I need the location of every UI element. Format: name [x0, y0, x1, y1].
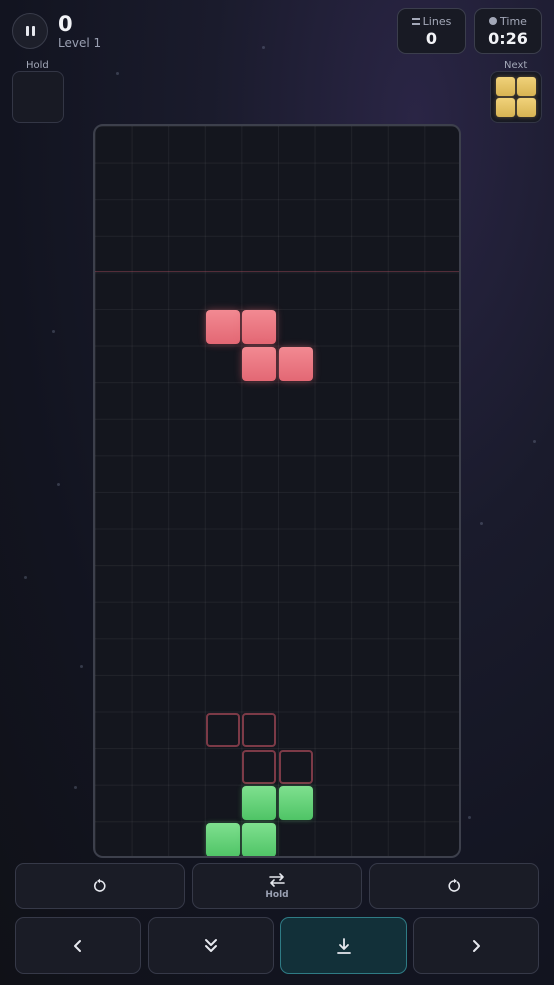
next-piece-cell: [496, 98, 515, 117]
background-star: [57, 483, 60, 486]
background-star: [80, 665, 83, 668]
hold-button[interactable]: Hold: [192, 863, 362, 909]
hold-label: Hold: [26, 60, 49, 71]
hold-slot[interactable]: [12, 71, 64, 123]
ghost-piece-cell: [279, 750, 313, 784]
next-piece-cell: [496, 77, 515, 96]
time-counter: Time 0:26: [474, 8, 542, 54]
ghost-piece-cell: [242, 713, 276, 747]
next-piece-cell: [517, 98, 536, 117]
soft-drop-button[interactable]: [148, 917, 274, 974]
spawn-line: [95, 271, 459, 272]
active-piece-cell: [242, 347, 276, 381]
locked-block: [279, 786, 313, 820]
rotate-cw-icon: [448, 878, 461, 892]
active-piece-cell: [279, 347, 313, 381]
hard-drop-button[interactable]: [280, 917, 407, 974]
chevron-left-icon: [74, 939, 81, 952]
board-grid: [95, 126, 459, 856]
locked-block: [242, 786, 276, 820]
time-value: 0:26: [488, 28, 528, 48]
chevrons-down-icon: [205, 938, 217, 952]
time-label: Time: [500, 14, 527, 28]
lines-value: 0: [425, 28, 438, 48]
level-label: Level 1: [58, 36, 102, 50]
background-star: [52, 330, 55, 333]
score-value: 0: [58, 12, 73, 36]
move-left-button[interactable]: [15, 917, 141, 974]
background-star: [533, 440, 536, 443]
active-piece-cell: [242, 310, 276, 344]
rotate-ccw-icon: [93, 878, 106, 892]
background-star: [468, 816, 471, 819]
locked-block: [206, 823, 240, 856]
next-piece-preview: [490, 71, 542, 123]
hard-drop-icon: [336, 937, 351, 954]
lines-icon: [411, 17, 420, 25]
background-star: [74, 786, 77, 789]
lines-label: Lines: [422, 14, 452, 28]
active-piece-cell: [206, 310, 240, 344]
rotate-right-button[interactable]: [369, 863, 539, 909]
background-star: [116, 72, 119, 75]
ghost-piece-cell: [242, 750, 276, 784]
chevron-right-icon: [473, 939, 480, 952]
background-star: [262, 46, 265, 49]
lines-counter: Lines 0: [397, 8, 466, 54]
timer-icon: [489, 17, 498, 25]
next-label: Next: [504, 60, 528, 71]
pause-button[interactable]: [12, 13, 48, 49]
swap-icon: [269, 872, 285, 887]
rotate-left-button[interactable]: [15, 863, 185, 909]
game-board[interactable]: [93, 124, 461, 858]
background-star: [480, 522, 483, 525]
move-right-button[interactable]: [413, 917, 539, 974]
pause-icon: [24, 26, 36, 36]
ghost-piece-cell: [206, 713, 240, 747]
hold-button-label: Hold: [265, 889, 289, 900]
next-piece-cell: [517, 77, 536, 96]
locked-block: [242, 823, 276, 856]
background-star: [24, 576, 27, 579]
